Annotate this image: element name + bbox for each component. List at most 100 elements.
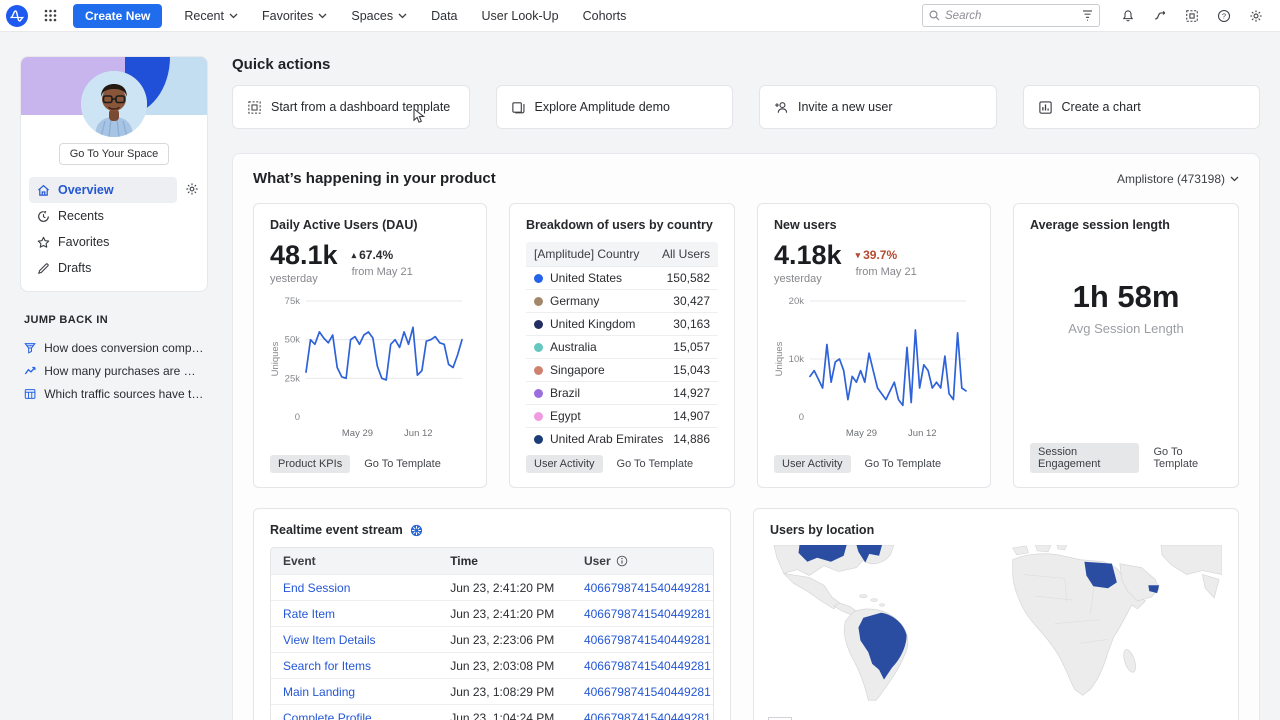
dau-value-sub: yesterday bbox=[270, 273, 338, 285]
demo-monitor-icon bbox=[511, 100, 526, 115]
notifications-bell-icon[interactable] bbox=[1114, 5, 1142, 27]
chevron-down-icon bbox=[229, 13, 238, 19]
qa-create-chart-card[interactable]: Create a chart bbox=[1023, 85, 1261, 129]
search-icon bbox=[929, 10, 940, 21]
info-icon[interactable] bbox=[616, 555, 628, 567]
event-name-link[interactable]: End Session bbox=[283, 581, 450, 595]
nav-recent-label: Recent bbox=[184, 9, 224, 23]
realtime-event-stream-card: Realtime event stream Event Time User bbox=[253, 508, 731, 720]
svg-text:?: ? bbox=[1222, 11, 1226, 20]
help-icon[interactable]: ? bbox=[1210, 5, 1238, 27]
settings-gear-icon[interactable] bbox=[1242, 5, 1270, 27]
pathfinder-icon[interactable] bbox=[1146, 5, 1174, 27]
svg-text:25k: 25k bbox=[285, 373, 301, 384]
nav-user-lookup[interactable]: User Look-Up bbox=[472, 3, 569, 29]
nav-spaces[interactable]: Spaces bbox=[341, 3, 417, 29]
event-user-link[interactable]: 4066798741540449281 bbox=[584, 607, 711, 621]
new-users-line-chart[interactable]: 010k20kUniquesMay 29Jun 12 bbox=[774, 291, 974, 443]
country-row[interactable]: United Arab Emirates 14,886 bbox=[526, 427, 718, 450]
app-switcher-grid-icon[interactable] bbox=[38, 5, 63, 26]
nav-recent[interactable]: Recent bbox=[174, 3, 248, 29]
dau-value: 48.1k bbox=[270, 242, 338, 269]
event-name-link[interactable]: Main Landing bbox=[283, 685, 450, 699]
country-row[interactable]: Germany 30,427 bbox=[526, 289, 718, 312]
nav-favorites[interactable]: Favorites bbox=[252, 3, 337, 29]
sidebar-item-recents[interactable]: Recents bbox=[29, 203, 199, 229]
event-user-link[interactable]: 4066798741540449281 bbox=[584, 711, 711, 720]
qa-explore-demo-card[interactable]: Explore Amplitude demo bbox=[496, 85, 734, 129]
event-name-link[interactable]: Rate Item bbox=[283, 607, 450, 621]
event-name-link[interactable]: Search for Items bbox=[283, 659, 450, 673]
event-name-link[interactable]: Complete Profile bbox=[283, 711, 450, 720]
dau-line-chart[interactable]: 025k50k75kUniquesMay 29Jun 12 bbox=[270, 291, 470, 443]
go-to-template-link[interactable]: Go To Template bbox=[865, 458, 942, 470]
home-icon bbox=[37, 184, 50, 197]
event-user-link[interactable]: 4066798741540449281 bbox=[584, 685, 711, 699]
template-dashed-square-icon[interactable] bbox=[1178, 5, 1206, 27]
event-time: Jun 23, 2:23:06 PM bbox=[450, 633, 584, 647]
event-time: Jun 23, 1:08:29 PM bbox=[450, 685, 584, 699]
country-row[interactable]: United States 150,582 bbox=[526, 266, 718, 289]
country-name: Germany bbox=[550, 294, 599, 308]
session-engagement-chip[interactable]: Session Engagement bbox=[1030, 443, 1139, 473]
event-name-link[interactable]: View Item Details bbox=[283, 633, 450, 647]
svg-text:Uniques: Uniques bbox=[774, 341, 785, 376]
world-map[interactable] bbox=[770, 545, 1222, 720]
dau-delta-value: 67.4% bbox=[359, 248, 393, 262]
project-selector-dropdown[interactable]: Amplistore (473198) bbox=[1117, 172, 1239, 186]
country-row[interactable]: United Kingdom 30,163 bbox=[526, 312, 718, 335]
event-row: View Item Details Jun 23, 2:23:06 PM 406… bbox=[271, 626, 713, 652]
event-user-link[interactable]: 4066798741540449281 bbox=[584, 581, 711, 595]
panel-title: What’s happening in your product bbox=[253, 170, 496, 187]
event-user-link[interactable]: 4066798741540449281 bbox=[584, 659, 711, 673]
country-value: 14,886 bbox=[673, 432, 710, 446]
go-to-your-space-button[interactable]: Go To Your Space bbox=[59, 143, 169, 165]
overview-settings-gear-icon[interactable] bbox=[185, 182, 199, 196]
search-box[interactable] bbox=[922, 4, 1100, 27]
product-kpis-chip[interactable]: Product KPIs bbox=[270, 455, 350, 473]
event-row: Search for Items Jun 23, 2:03:08 PM 4066… bbox=[271, 652, 713, 678]
country-row[interactable]: Brazil 14,927 bbox=[526, 381, 718, 404]
go-to-template-link[interactable]: Go To Template bbox=[1153, 446, 1222, 470]
nav-data[interactable]: Data bbox=[421, 3, 467, 29]
qa-dashboard-template-card[interactable]: Start from a dashboard template bbox=[232, 85, 470, 129]
event-user-link[interactable]: 4066798741540449281 bbox=[584, 633, 711, 647]
country-row[interactable]: Egypt 14,907 bbox=[526, 404, 718, 427]
filter-funnel-icon[interactable] bbox=[1082, 10, 1093, 21]
country-row[interactable]: Singapore 15,043 bbox=[526, 358, 718, 381]
go-to-template-link[interactable]: Go To Template bbox=[617, 458, 694, 470]
jump-item-label: Which traffic sources have the hi... bbox=[44, 387, 204, 401]
amplitude-logo[interactable] bbox=[6, 5, 28, 27]
profile-card: Go To Your Space Overview Recents Favori… bbox=[20, 56, 208, 292]
country-color-dot bbox=[534, 435, 543, 444]
sidebar-item-drafts[interactable]: Drafts bbox=[29, 255, 199, 281]
pencil-icon bbox=[37, 262, 50, 275]
svg-text:50k: 50k bbox=[285, 335, 301, 346]
session-label: Avg Session Length bbox=[1030, 321, 1222, 336]
search-input[interactable] bbox=[945, 10, 1077, 22]
session-title: Average session length bbox=[1030, 218, 1222, 232]
users-col-header: All Users bbox=[662, 247, 710, 261]
user-activity-chip[interactable]: User Activity bbox=[526, 455, 603, 473]
new-users-card: New users 4.18k yesterday ▾ 39.7% from M… bbox=[757, 203, 991, 488]
table-icon bbox=[24, 387, 36, 401]
jump-item-line-chart[interactable]: How many purchases are made ... bbox=[24, 359, 204, 382]
qa-card-label: Create a chart bbox=[1062, 100, 1141, 114]
jump-item-table[interactable]: Which traffic sources have the hi... bbox=[24, 382, 204, 405]
line-chart-icon bbox=[24, 364, 36, 378]
go-to-template-link[interactable]: Go To Template bbox=[364, 458, 441, 470]
nav-cohorts[interactable]: Cohorts bbox=[573, 3, 637, 29]
sidebar-item-favorites[interactable]: Favorites bbox=[29, 229, 199, 255]
country-value: 14,927 bbox=[673, 386, 710, 400]
country-name: Australia bbox=[550, 340, 597, 354]
event-time: Jun 23, 2:41:20 PM bbox=[450, 607, 584, 621]
create-new-button[interactable]: Create New bbox=[73, 4, 162, 28]
new-users-delta-value: 39.7% bbox=[863, 248, 897, 262]
new-users-value-sub: yesterday bbox=[774, 273, 842, 285]
invite-user-icon bbox=[774, 100, 789, 115]
country-row[interactable]: Australia 15,057 bbox=[526, 335, 718, 358]
sidebar-item-overview[interactable]: Overview bbox=[29, 177, 177, 203]
jump-item-funnel-chart[interactable]: How does conversion compare b... bbox=[24, 336, 204, 359]
user-activity-chip[interactable]: User Activity bbox=[774, 455, 851, 473]
qa-invite-user-card[interactable]: Invite a new user bbox=[759, 85, 997, 129]
